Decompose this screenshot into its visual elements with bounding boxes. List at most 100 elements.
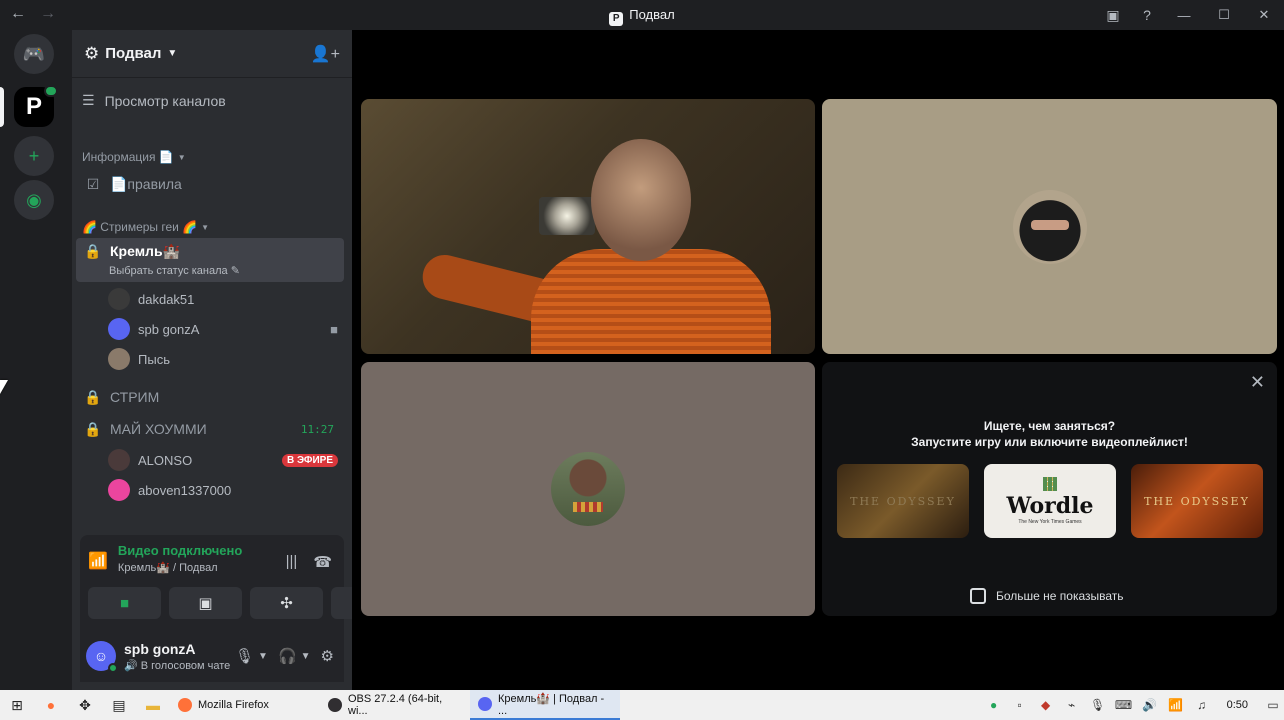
activity-card[interactable]: THE ODYSSEY [1131,464,1263,538]
voice-member-name: dakdak51 [138,291,195,307]
taskbar-app-firefox[interactable]: Mozilla Firefox [170,690,320,720]
participant-tile[interactable] [361,362,815,616]
server-header[interactable]: ⚙ Подвал ▼ 👤+ [72,30,352,78]
tray-app-icon[interactable]: ▫ [1009,698,1031,712]
maximize-button[interactable]: ☐ [1204,0,1244,30]
inbox-icon[interactable]: ▣ [1096,0,1130,30]
server-logo-icon: P [609,12,624,26]
discord-icon [478,697,492,711]
notifications-icon[interactable]: ▭ [1262,698,1284,712]
voice-member[interactable]: spb gonzA ■ [108,315,338,343]
taskbar-app-discord[interactable]: Кремль🏰 | Подвал - ... [470,690,620,720]
taskbar-app-label: Mozilla Firefox [198,699,269,711]
settings-gear-icon[interactable]: ⚙ [321,647,334,665]
volume-icon[interactable]: 🔊 [1139,698,1161,712]
usb-icon[interactable]: ⌁ [1061,698,1083,712]
camera-button[interactable]: ■ [88,587,161,619]
channel-kremlin[interactable]: 🔒 Кремль🏰 Выбрать статус канала ✎ [76,238,344,282]
channel-sidebar: ⚙ Подвал ▼ 👤+ ☰ Просмотр каналов Информаци… [72,30,404,690]
voice-member-name: spb gonzA [138,321,200,337]
online-status-dot [108,663,118,673]
activity-title-line2: Запустите игру или включите видеоплейлис… [911,435,1188,449]
set-channel-status[interactable]: Выбрать статус канала ✎ [109,264,240,277]
checkbox[interactable] [970,588,986,604]
category-streamers[interactable]: 🌈 Стримеры геи 🌈 ▼ [82,220,209,234]
voice-status: Видео подключено [117,543,243,558]
category-info[interactable]: Информация 📄 ▼ [82,150,186,164]
taskbar-app-label: Кремль🏰 | Подвал - ... [498,692,605,717]
firefox-icon [178,698,192,712]
activity-card[interactable]: THE ODYSSEY [837,464,969,538]
windows-start-icon[interactable]: ⊞ [0,690,34,720]
channel-stream[interactable]: 🔒 СТРИМ [76,381,344,413]
person-face [591,139,691,261]
channel-rules[interactable]: ☑ 📄правила [76,168,344,200]
voice-connection-panel: 📶 Видео подключено Кремль🏰 / Подвал ||| … [80,535,404,630]
activity-title: Ищете, чем заняться? Запустите игру или … [822,418,1277,450]
tray-app-icon[interactable]: ◆ [1035,698,1057,712]
wifi-icon[interactable]: 📶 [1165,698,1187,712]
help-icon[interactable]: ? [1130,0,1164,30]
minimize-button[interactable]: — [1164,0,1204,30]
avatar[interactable]: ☺ [86,641,118,673]
category-info-label: Информация 📄 [82,150,174,164]
voice-member-name: aboven1337000 [138,482,232,498]
avatar [108,348,130,370]
headphones-icon[interactable]: 🎧 [278,647,297,665]
explore-servers-icon[interactable]: ◉ [14,180,54,220]
active-server-indicator [0,87,4,127]
invite-member-icon[interactable]: 👤+ [311,44,340,64]
folder-icon[interactable]: ▬ [136,690,170,720]
activity-card-title: THE ODYSSEY [1144,494,1250,508]
voice-call-stage: ✕ Ищете, чем заняться? Запустите игру ил… [352,30,1284,690]
activities-icon: ✣ [280,595,293,612]
rules-channel-icon: ☑ [86,175,100,192]
mask-eyes [1030,219,1069,230]
voice-member[interactable]: dakdak51 [108,285,338,313]
participant-tile[interactable] [822,99,1277,354]
window-title-text: Подвал [629,7,675,22]
language-icon[interactable]: ⌨ [1113,698,1135,712]
taskbar-app-obs[interactable]: OBS 27.2.4 (64-bit, wi... [320,690,470,720]
voice-location[interactable]: Кремль🏰 / Подвал [118,561,242,574]
wordle-grid-icon [1043,477,1057,491]
channel-timer: 11:27 [300,422,334,436]
category-streamers-label: 🌈 Стримеры геи 🌈 [82,220,198,234]
chevron-down-icon[interactable]: ▼ [301,651,311,662]
app-icon[interactable]: ✥ [68,690,102,720]
close-icon[interactable]: ✕ [1250,372,1265,393]
video-tile[interactable] [361,99,815,354]
clock[interactable]: 0:50 [1217,699,1258,711]
dont-show-again[interactable]: Больше не показывать [970,588,1124,604]
title-bar: ← → P Подвал ▣ ? — ☐ ✕ [0,0,1284,30]
person-sweater [531,249,771,354]
obs-icon [328,698,342,712]
window-title: P Подвал [0,7,1284,26]
avatar [108,288,130,310]
server-icon-podval[interactable]: P [14,85,58,127]
activity-card[interactable]: Wordle The New York Times Games [984,464,1116,538]
channel-myhome-label: МАЙ ХОУММИ [110,421,207,437]
activity-suggestion-panel: ✕ Ищете, чем заняться? Запустите игру ил… [822,362,1277,616]
channel-myhome[interactable]: 🔒 МАЙ ХОУММИ 11:27 [76,413,344,445]
screen-share-button[interactable]: ▣ [169,587,242,619]
voice-member[interactable]: Пысь [108,345,338,373]
noise-suppression-icon[interactable]: ||| [286,553,298,571]
tray-app-icon[interactable]: ● [983,698,1005,712]
printer-icon[interactable]: ▤ [102,690,136,720]
discord-home-icon[interactable]: 🎮 [14,34,54,74]
signal-icon[interactable]: 📶 [88,551,108,574]
chevron-down-icon[interactable]: ▼ [258,651,268,662]
microphone-icon[interactable]: 🎙 [1087,698,1109,712]
speaker-icon[interactable]: ♫ [1191,698,1213,712]
add-server-icon[interactable]: + [14,136,54,176]
disconnect-icon[interactable]: ☎ [313,553,332,571]
dont-show-label: Больше не показывать [996,589,1124,603]
firefox-icon[interactable]: ● [34,690,68,720]
voice-member[interactable]: aboven1337000 [108,476,338,504]
close-button[interactable]: ✕ [1244,0,1284,30]
microphone-icon[interactable]: 🎙 [235,647,254,665]
browse-channels[interactable]: ☰ Просмотр каналов [82,92,226,109]
voice-member[interactable]: ALONSO В ЭФИРЕ [108,446,338,474]
activities-button[interactable]: ✣ [250,587,323,619]
